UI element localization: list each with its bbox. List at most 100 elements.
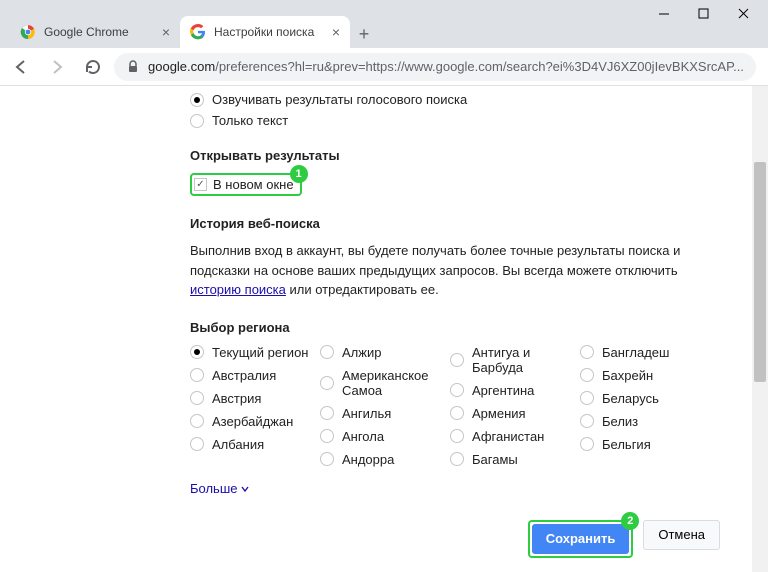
region-option[interactable]: Австралия bbox=[190, 368, 320, 383]
chrome-icon bbox=[20, 24, 36, 40]
region-option[interactable]: Ангола bbox=[320, 429, 450, 444]
window-controls bbox=[658, 8, 750, 20]
radio-icon bbox=[580, 414, 594, 428]
radio-label: Ангилья bbox=[342, 406, 391, 421]
tab-chrome[interactable]: Google Chrome × bbox=[10, 16, 180, 48]
radio-label: Белиз bbox=[602, 414, 638, 429]
radio-label: Австрия bbox=[212, 391, 261, 406]
radio-icon bbox=[450, 429, 464, 443]
url-text: google.com/preferences?hl=ru&prev=https:… bbox=[148, 59, 744, 74]
radio-icon bbox=[190, 368, 204, 382]
radio-label: Андорра bbox=[342, 452, 394, 467]
region-option[interactable]: Антигуа и Барбуда bbox=[450, 345, 580, 375]
region-option[interactable]: Багамы bbox=[450, 452, 580, 467]
radio-icon bbox=[320, 406, 334, 420]
radio-label: Антигуа и Барбуда bbox=[472, 345, 580, 375]
radio-label: Озвучивать результаты голосового поиска bbox=[212, 92, 467, 107]
region-option[interactable]: Алжир bbox=[320, 345, 450, 360]
close-icon[interactable]: × bbox=[162, 24, 170, 40]
maximize-button[interactable] bbox=[698, 8, 710, 20]
radio-icon bbox=[450, 383, 464, 397]
address-bar[interactable]: google.com/preferences?hl=ru&prev=https:… bbox=[114, 53, 756, 81]
radio-icon bbox=[320, 376, 334, 390]
close-window-button[interactable] bbox=[738, 8, 750, 20]
annotation-badge-2: 2 bbox=[621, 512, 639, 530]
region-option[interactable]: Бахрейн bbox=[580, 368, 710, 383]
region-option[interactable]: Азербайджан bbox=[190, 414, 320, 429]
radio-icon bbox=[450, 353, 464, 367]
radio-label: Бахрейн bbox=[602, 368, 653, 383]
scrollbar-thumb[interactable] bbox=[754, 162, 766, 382]
radio-label: Беларусь bbox=[602, 391, 659, 406]
checkbox-label: В новом окне bbox=[213, 177, 294, 192]
radio-icon bbox=[580, 437, 594, 451]
checkbox-icon: ✓ bbox=[194, 178, 207, 191]
minimize-button[interactable] bbox=[658, 8, 670, 20]
tab-label: Настройки поиска bbox=[214, 25, 314, 39]
region-option[interactable]: Бельгия bbox=[580, 437, 710, 452]
radio-icon bbox=[190, 345, 204, 359]
region-option[interactable]: Андорра bbox=[320, 452, 450, 467]
checkbox-new-window[interactable]: ✓ В новом окне 1 bbox=[190, 173, 302, 196]
radio-label: Алжир bbox=[342, 345, 381, 360]
radio-label: Багамы bbox=[472, 452, 518, 467]
region-option[interactable]: Американское Самоа bbox=[320, 368, 450, 398]
back-icon[interactable] bbox=[12, 58, 30, 76]
voice-option-text[interactable]: Только текст bbox=[190, 113, 745, 128]
voice-option-speak[interactable]: Озвучивать результаты голосового поиска bbox=[190, 92, 745, 107]
radio-icon bbox=[190, 391, 204, 405]
radio-icon bbox=[580, 391, 594, 405]
button-row: Сохранить 2 Отмена bbox=[190, 520, 720, 558]
scrollbar-track[interactable] bbox=[752, 86, 768, 572]
cancel-button[interactable]: Отмена bbox=[643, 520, 720, 550]
region-grid: Текущий регион Австралия Австрия Азербайджа… bbox=[190, 345, 745, 475]
section-region-title: Выбор региона bbox=[190, 320, 745, 335]
google-icon bbox=[190, 24, 206, 40]
radio-icon bbox=[580, 345, 594, 359]
more-regions-link[interactable]: Больше bbox=[190, 481, 249, 496]
radio-label: Только текст bbox=[212, 113, 288, 128]
region-option[interactable]: Белиз bbox=[580, 414, 710, 429]
region-option[interactable]: Текущий регион bbox=[190, 345, 320, 360]
forward-icon[interactable] bbox=[48, 58, 66, 76]
radio-label: Армения bbox=[472, 406, 526, 421]
browser-chrome: Google Chrome × Настройки поиска × + goo… bbox=[0, 0, 768, 86]
radio-label: Бельгия bbox=[602, 437, 651, 452]
radio-icon bbox=[450, 452, 464, 466]
region-option[interactable]: Афганистан bbox=[450, 429, 580, 444]
region-option[interactable]: Аргентина bbox=[450, 383, 580, 398]
section-open-results-title: Открывать результаты bbox=[190, 148, 745, 163]
radio-icon bbox=[190, 93, 204, 107]
save-button-highlight: Сохранить 2 bbox=[528, 520, 634, 558]
region-option[interactable]: Беларусь bbox=[580, 391, 710, 406]
tabs-row: Google Chrome × Настройки поиска × + bbox=[0, 10, 768, 48]
address-bar-row: google.com/preferences?hl=ru&prev=https:… bbox=[0, 48, 768, 86]
page-content: Озвучивать результаты голосового поиска … bbox=[0, 86, 745, 572]
reload-icon[interactable] bbox=[84, 58, 102, 76]
region-option[interactable]: Армения bbox=[450, 406, 580, 421]
history-link[interactable]: историю поиска bbox=[190, 282, 286, 297]
radio-label: Бангладеш bbox=[602, 345, 669, 360]
region-option[interactable]: Бангладеш bbox=[580, 345, 710, 360]
tab-label: Google Chrome bbox=[44, 25, 129, 39]
annotation-badge-1: 1 bbox=[290, 165, 308, 183]
new-tab-button[interactable]: + bbox=[350, 20, 378, 48]
lock-icon bbox=[126, 60, 140, 74]
radio-icon bbox=[320, 452, 334, 466]
radio-icon bbox=[320, 429, 334, 443]
radio-label: Албания bbox=[212, 437, 264, 452]
tab-settings[interactable]: Настройки поиска × bbox=[180, 16, 350, 48]
region-option[interactable]: Австрия bbox=[190, 391, 320, 406]
radio-label: Аргентина bbox=[472, 383, 534, 398]
radio-icon bbox=[190, 414, 204, 428]
radio-icon bbox=[450, 406, 464, 420]
save-button[interactable]: Сохранить bbox=[532, 524, 630, 554]
radio-icon bbox=[580, 368, 594, 382]
region-option[interactable]: Албания bbox=[190, 437, 320, 452]
close-icon[interactable]: × bbox=[332, 24, 340, 40]
radio-label: Американское Самоа bbox=[342, 368, 450, 398]
region-option[interactable]: Ангилья bbox=[320, 406, 450, 421]
section-history-title: История веб-поиска bbox=[190, 216, 745, 231]
radio-label: Ангола bbox=[342, 429, 384, 444]
radio-icon bbox=[320, 345, 334, 359]
